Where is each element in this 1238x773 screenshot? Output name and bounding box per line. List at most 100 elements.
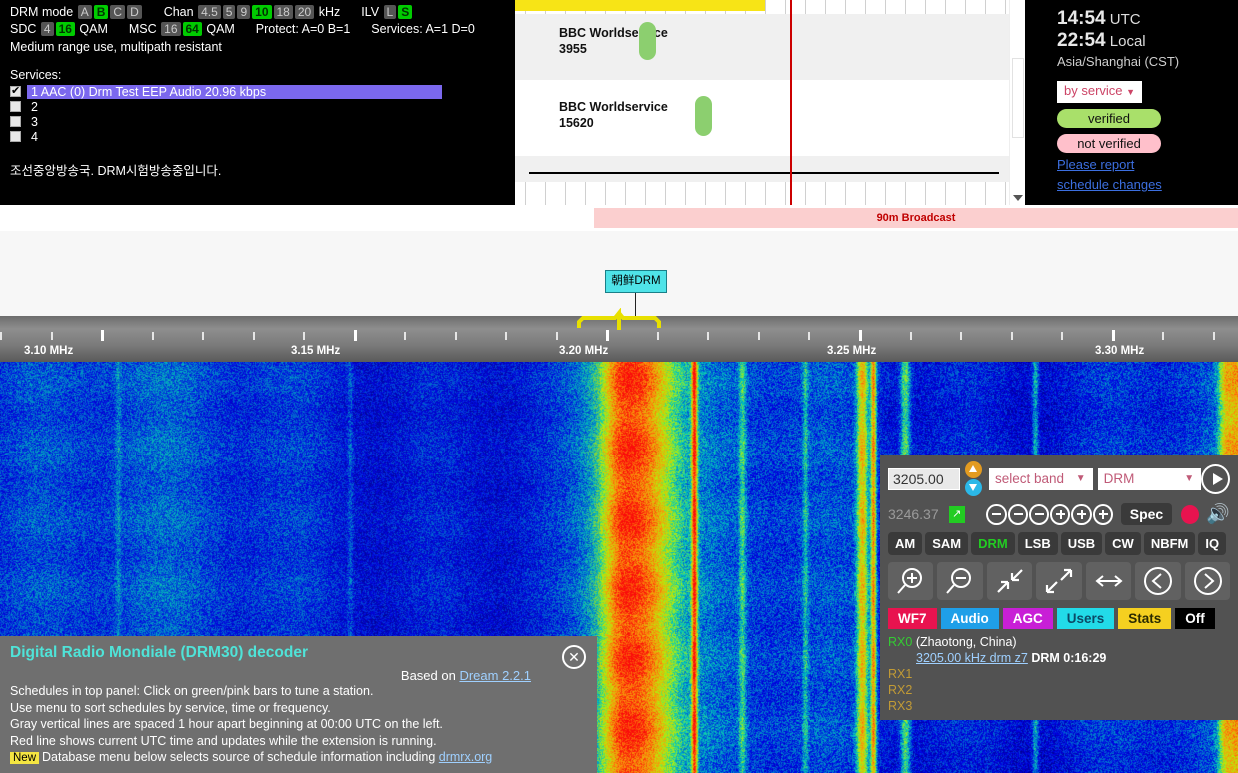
- external-link-icon[interactable]: ↗: [949, 506, 965, 523]
- frequency-scale[interactable]: 3.10 MHz 3.15 MHz 3.20 MHz 3.25 MHz 3.30 MHz: [0, 316, 1238, 362]
- chan-chip-10[interactable]: 10: [252, 5, 271, 19]
- tab-audio[interactable]: Audio: [941, 608, 999, 629]
- scrollbar-thumb[interactable]: [1012, 58, 1024, 138]
- service-checkbox-3[interactable]: [10, 116, 21, 127]
- mode-chip-a[interactable]: A: [78, 5, 92, 19]
- rx0-detail: DRM 0:16:29: [1031, 651, 1106, 665]
- freq-tick-minor: [253, 332, 255, 340]
- spec-button[interactable]: Spec: [1121, 503, 1172, 525]
- tab-agc[interactable]: AGC: [1003, 608, 1053, 629]
- band-label-90m[interactable]: 90m Broadcast: [594, 208, 1238, 228]
- schedule-bar[interactable]: [639, 22, 656, 60]
- msc-chip-64[interactable]: 64: [183, 22, 202, 36]
- frequency-input[interactable]: [888, 468, 960, 490]
- zoom-max-icon[interactable]: [1036, 562, 1081, 600]
- mode-button-iq[interactable]: IQ: [1198, 532, 1226, 555]
- schedule-scrollbar[interactable]: [1009, 0, 1025, 205]
- mode-button-usb[interactable]: USB: [1061, 532, 1102, 555]
- sdc-chip-16[interactable]: 16: [56, 22, 75, 36]
- passband-indicator[interactable]: [577, 308, 662, 330]
- rx0-frequency-link[interactable]: 3205.00 kHz drm z7: [916, 651, 1028, 665]
- ilv-chip-s[interactable]: S: [398, 5, 412, 19]
- mode-button-sam[interactable]: SAM: [925, 532, 968, 555]
- zoom-in-icon[interactable]: [888, 562, 933, 600]
- sort-dropdown[interactable]: by service ▼: [1057, 81, 1142, 103]
- mode-button-am[interactable]: AM: [888, 532, 922, 555]
- service-checkbox-1[interactable]: [10, 86, 21, 97]
- step-minus-mid-icon[interactable]: [1008, 504, 1028, 525]
- schedule-entry-freq: 3955: [559, 42, 587, 56]
- dream-version-link[interactable]: Dream 2.2.1: [459, 668, 531, 683]
- service-label-1[interactable]: 1 AAC (0) Drm Test EEP Audio 20.96 kbps: [27, 85, 442, 99]
- zoom-to-fit-icon[interactable]: [987, 562, 1032, 600]
- play-icon: [1213, 473, 1223, 485]
- tab-users[interactable]: Users: [1057, 608, 1115, 629]
- chan-chip-20[interactable]: 20: [295, 5, 314, 19]
- chan-chip-9[interactable]: 9: [237, 5, 250, 19]
- mode-chip-d[interactable]: D: [127, 5, 142, 19]
- scroll-down-icon[interactable]: [1013, 195, 1023, 201]
- prev-icon[interactable]: [1135, 562, 1180, 600]
- drmrx-link[interactable]: drmrx.org: [439, 750, 492, 764]
- sdc-chip-4[interactable]: 4: [41, 22, 54, 36]
- schedule-bar[interactable]: [695, 96, 712, 136]
- service-label-4[interactable]: 4: [27, 130, 42, 144]
- tab-off[interactable]: Off: [1175, 608, 1215, 629]
- freq-tick-major: [606, 330, 609, 341]
- service-row[interactable]: 2: [10, 99, 507, 114]
- tab-wf7[interactable]: WF7: [888, 608, 937, 629]
- chan-chip-5[interactable]: 5: [223, 5, 236, 19]
- speaker-icon[interactable]: 🔊: [1206, 505, 1230, 524]
- mode-button-nbfm[interactable]: NBFM: [1144, 532, 1196, 555]
- report-link-line1[interactable]: Please report: [1057, 157, 1238, 173]
- schedule-divider: [529, 172, 999, 174]
- tab-stats[interactable]: Stats: [1118, 608, 1171, 629]
- mode-button-lsb[interactable]: LSB: [1018, 532, 1058, 555]
- schedule-top-bar[interactable]: [515, 0, 765, 11]
- service-row[interactable]: 1 AAC (0) Drm Test EEP Audio 20.96 kbps: [10, 84, 507, 99]
- record-icon[interactable]: [1181, 505, 1199, 524]
- service-label-3[interactable]: 3: [27, 115, 42, 129]
- msc-chip-16[interactable]: 16: [161, 22, 180, 36]
- step-minus-large-icon[interactable]: [986, 504, 1006, 525]
- report-link-line2[interactable]: schedule changes: [1057, 177, 1238, 193]
- station-marker-label[interactable]: 朝鲜DRM: [605, 270, 667, 293]
- info-panel-title: Digital Radio Mondiale (DRM30) decoder: [10, 644, 587, 662]
- ilv-chip-l[interactable]: L: [384, 5, 397, 19]
- mode-button-cw[interactable]: CW: [1105, 532, 1141, 555]
- timezone-label: Asia/Shanghai (CST): [1057, 52, 1238, 71]
- next-icon[interactable]: [1185, 562, 1230, 600]
- play-button[interactable]: [1201, 464, 1230, 494]
- service-checkbox-2[interactable]: [10, 101, 21, 112]
- freq-tick-minor: [455, 332, 457, 340]
- rx3-id: RX3: [888, 699, 912, 713]
- band-select[interactable]: select band ▼: [989, 468, 1093, 490]
- step-plus-small-icon[interactable]: [1050, 504, 1070, 525]
- service-label-2[interactable]: 2: [27, 100, 42, 114]
- freq-down-icon[interactable]: [965, 479, 982, 496]
- chan-chip-4-5[interactable]: 4.5: [198, 5, 221, 19]
- service-row[interactable]: 4: [10, 129, 507, 144]
- close-icon[interactable]: ✕: [562, 645, 586, 669]
- freq-tick-minor: [808, 332, 810, 340]
- mode-button-drm[interactable]: DRM: [971, 532, 1015, 555]
- mode-chip-b[interactable]: B: [94, 5, 109, 19]
- service-row[interactable]: 3: [10, 114, 507, 129]
- service-checkbox-4[interactable]: [10, 131, 21, 142]
- freq-up-icon[interactable]: [965, 461, 982, 478]
- schedule-entry-name[interactable]: BBC Worldservice 15620: [559, 99, 668, 131]
- zoom-out-icon[interactable]: [937, 562, 982, 600]
- legend-not-verified: not verified: [1057, 134, 1161, 153]
- mode-chip-c[interactable]: C: [110, 5, 125, 19]
- chevron-down-icon: ▼: [1184, 468, 1194, 489]
- step-plus-mid-icon[interactable]: [1071, 504, 1091, 525]
- step-plus-large-icon[interactable]: [1093, 504, 1113, 525]
- drm-qam-line: SDC 4 16 QAM MSC 16 64 QAM Protect: A=0 B=…: [10, 21, 507, 37]
- chan-chip-18[interactable]: 18: [274, 5, 293, 19]
- info-line: Gray vertical lines are spaced 1 hour ap…: [10, 716, 587, 733]
- step-minus-small-icon[interactable]: [1029, 504, 1049, 525]
- rx1-id: RX1: [888, 667, 912, 681]
- mode-select[interactable]: DRM ▼: [1098, 468, 1202, 490]
- pan-icon[interactable]: [1086, 562, 1131, 600]
- schedule-panel[interactable]: BBC Worldservice 3955 BBC Worldservice 1…: [515, 0, 1025, 205]
